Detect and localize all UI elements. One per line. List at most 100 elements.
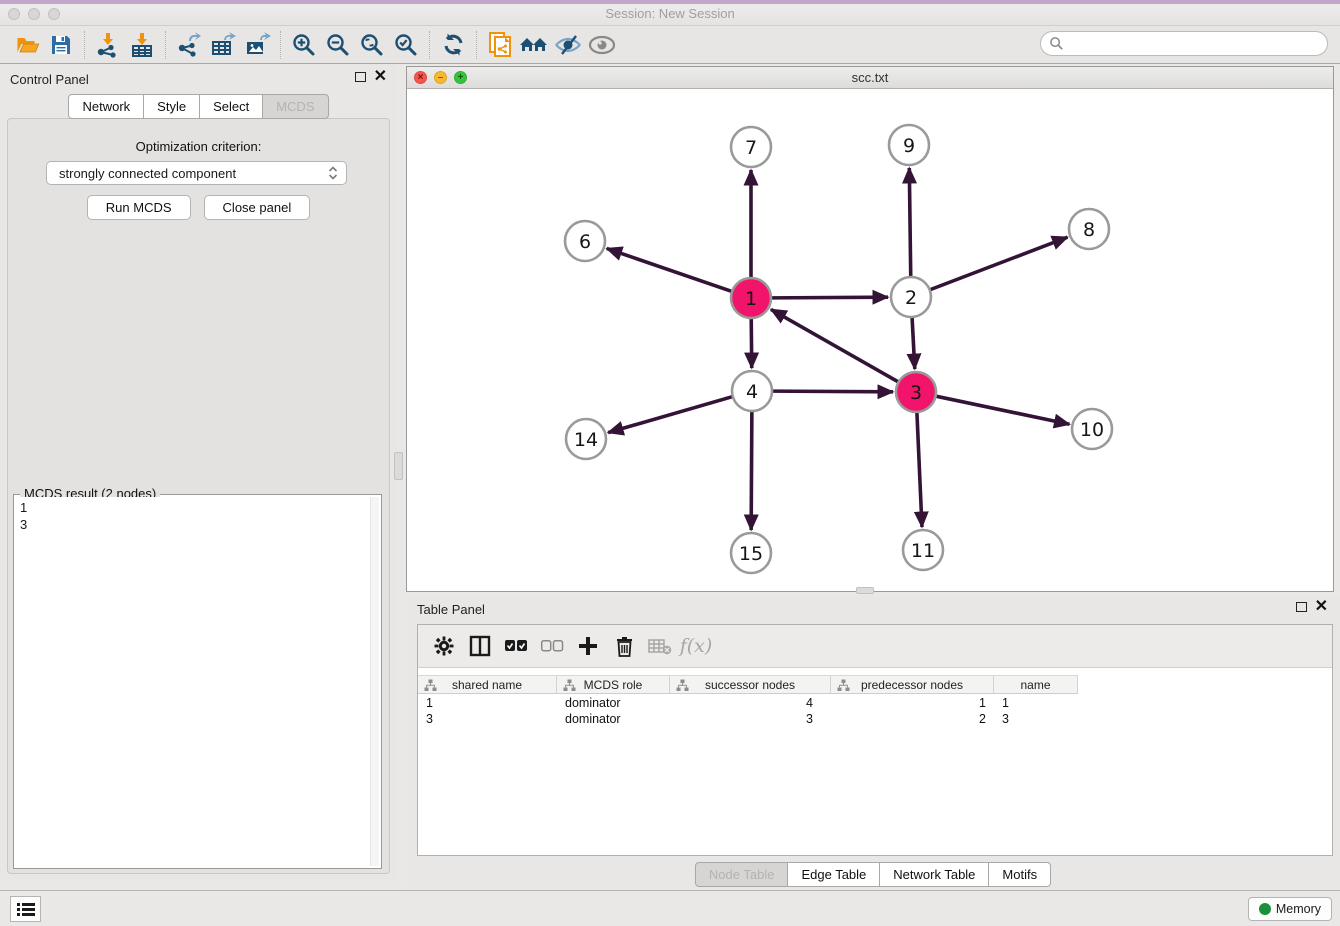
search-box[interactable]: [1040, 31, 1328, 56]
memory-label: Memory: [1276, 902, 1321, 916]
mcds-result-scrollbar[interactable]: [370, 497, 379, 866]
list-icon: [17, 902, 35, 917]
zoom-out-icon[interactable]: [321, 30, 355, 60]
select-all-columns-icon[interactable]: [500, 631, 532, 661]
edge-1-2[interactable]: [772, 297, 888, 298]
mcds-result-box: MCDS result (2 nodes) 1 3: [13, 494, 382, 869]
column-header-successor-nodes[interactable]: successor nodes: [670, 676, 831, 693]
deselect-all-columns-icon[interactable]: [536, 631, 568, 661]
vertical-splitter-grip[interactable]: [394, 452, 403, 480]
zoom-selected-icon[interactable]: [389, 30, 423, 60]
tab-mcds[interactable]: MCDS: [263, 94, 328, 119]
tab-style[interactable]: Style: [144, 94, 200, 119]
export-network-icon[interactable]: [172, 30, 206, 60]
column-header-shared-name[interactable]: shared name: [418, 676, 557, 693]
table-cell[interactable]: dominator: [557, 695, 670, 711]
edge-3-11[interactable]: [917, 413, 922, 527]
column-sort-icon: [563, 679, 576, 692]
edge-1-6[interactable]: [607, 248, 731, 291]
edge-2-8[interactable]: [931, 237, 1068, 289]
node-label-2: 2: [905, 287, 917, 309]
tab-select[interactable]: Select: [200, 94, 263, 119]
table-rows: 1dominator4113dominator323: [418, 695, 1332, 727]
toolbar-separator: [280, 31, 281, 59]
toolbar-separator: [429, 31, 430, 59]
tab-motifs[interactable]: Motifs: [989, 862, 1051, 887]
table-panel-title: Table Panel: [417, 602, 485, 617]
column-header-predecessor-nodes[interactable]: predecessor nodes: [831, 676, 994, 693]
edge-4-15[interactable]: [751, 412, 752, 530]
edge-2-9[interactable]: [909, 168, 910, 276]
mcds-result-text: 1 3: [16, 497, 369, 866]
import-table-icon[interactable]: [125, 30, 159, 60]
table-cell[interactable]: 3: [418, 711, 557, 727]
node-label-10: 10: [1080, 419, 1104, 441]
table-cell[interactable]: 4: [670, 695, 831, 711]
add-column-icon[interactable]: [572, 631, 604, 661]
search-icon: [1049, 36, 1064, 51]
zoom-in-icon[interactable]: [287, 30, 321, 60]
float-panel-icon[interactable]: [355, 72, 366, 82]
node-label-1: 1: [745, 288, 757, 310]
column-label: predecessor nodes: [861, 678, 963, 692]
export-image-icon[interactable]: [240, 30, 274, 60]
edge-3-10[interactable]: [937, 396, 1070, 424]
show-panel-eye-icon[interactable]: [585, 30, 619, 60]
window-title: Session: New Session: [0, 6, 1340, 21]
tab-network[interactable]: Network: [68, 94, 144, 119]
tab-node-table[interactable]: Node Table: [695, 862, 789, 887]
network-window: × – + scc.txt 7968124314101511: [406, 66, 1334, 592]
node-label-11: 11: [911, 540, 935, 562]
tab-edge-table[interactable]: Edge Table: [788, 862, 880, 887]
node-label-15: 15: [739, 543, 763, 565]
zoom-fit-icon[interactable]: [355, 30, 389, 60]
delete-column-trash-icon[interactable]: [608, 631, 640, 661]
table-cell[interactable]: 1: [994, 695, 1078, 711]
edge-1-4[interactable]: [751, 319, 752, 368]
table-row[interactable]: 1dominator411: [418, 695, 1332, 711]
optimization-criterion-label: Optimization criterion:: [8, 139, 389, 154]
table-row[interactable]: 3dominator323: [418, 711, 1332, 727]
table-cell[interactable]: 3: [994, 711, 1078, 727]
horizontal-splitter-grip[interactable]: [856, 587, 874, 594]
edge-4-14[interactable]: [608, 397, 732, 433]
optimization-criterion-select[interactable]: strongly connected component: [46, 161, 347, 185]
column-header-MCDS-role[interactable]: MCDS role: [557, 676, 670, 693]
table-cell[interactable]: 1: [831, 695, 994, 711]
node-label-9: 9: [903, 135, 915, 157]
float-table-panel-icon[interactable]: [1296, 602, 1307, 612]
network-canvas[interactable]: 7968124314101511: [407, 89, 1333, 591]
edge-3-1[interactable]: [771, 309, 898, 381]
edge-2-3[interactable]: [912, 318, 915, 369]
control-panel-tabs: NetworkStyleSelectMCDS: [0, 94, 397, 119]
close-table-panel-icon[interactable]: ✕: [1315, 602, 1328, 612]
control-panel: Control Panel ✕ NetworkStyleSelectMCDS O…: [0, 64, 397, 882]
node-label-3: 3: [910, 382, 922, 404]
refresh-icon[interactable]: [436, 30, 470, 60]
close-panel-button[interactable]: Close panel: [204, 195, 311, 220]
split-view-icon[interactable]: [464, 631, 496, 661]
column-header-name[interactable]: name: [994, 676, 1078, 693]
table-cell[interactable]: dominator: [557, 711, 670, 727]
edge-4-3[interactable]: [773, 391, 893, 392]
table-toolbar: f(x): [418, 625, 1332, 668]
toolbar-separator: [476, 31, 477, 59]
memory-button[interactable]: Memory: [1248, 897, 1332, 921]
duplicate-network-icon[interactable]: [483, 30, 517, 60]
table-cell[interactable]: 1: [418, 695, 557, 711]
save-session-icon[interactable]: [44, 30, 78, 60]
hide-panel-eye-icon[interactable]: [551, 30, 585, 60]
open-session-icon[interactable]: [10, 30, 44, 60]
table-cell[interactable]: 3: [670, 711, 831, 727]
home-views-icon[interactable]: [517, 30, 551, 60]
table-cell[interactable]: 2: [831, 711, 994, 727]
export-table-icon[interactable]: [206, 30, 240, 60]
network-window-titlebar[interactable]: × – + scc.txt: [407, 67, 1333, 89]
task-history-button[interactable]: [10, 896, 41, 922]
run-mcds-button[interactable]: Run MCDS: [87, 195, 191, 220]
close-panel-icon[interactable]: ✕: [374, 72, 387, 82]
column-label: MCDS role: [584, 678, 643, 692]
import-network-icon[interactable]: [91, 30, 125, 60]
tab-network-table[interactable]: Network Table: [880, 862, 989, 887]
settings-gear-icon[interactable]: [428, 631, 460, 661]
